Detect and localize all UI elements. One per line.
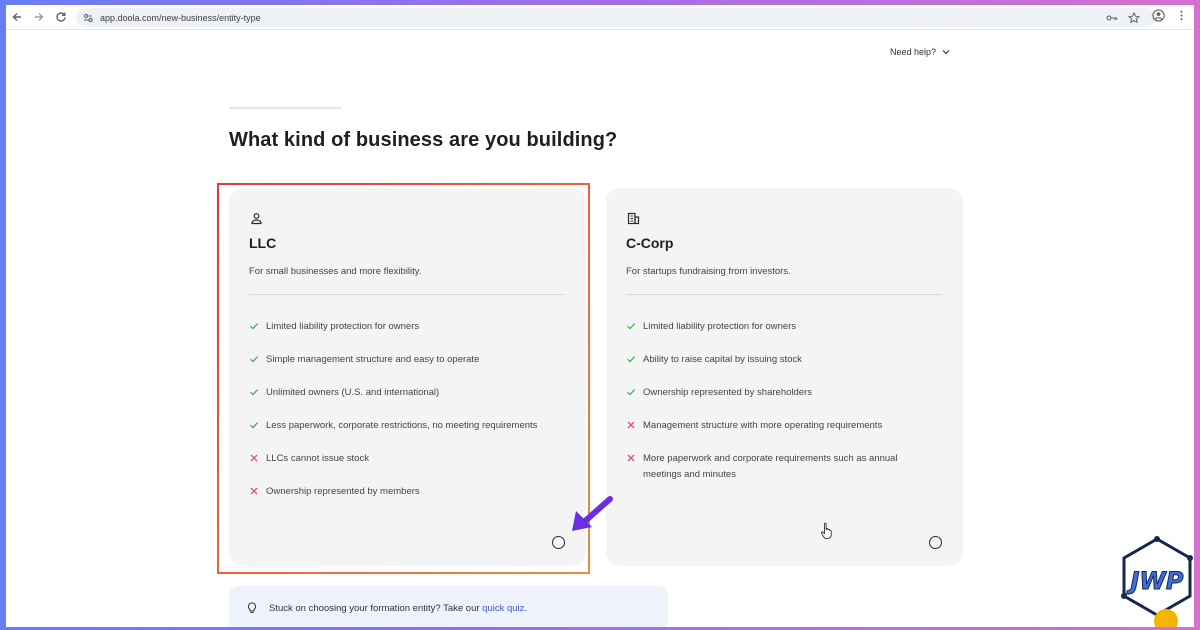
feature-text: Management structure with more operating…: [643, 420, 883, 431]
back-button[interactable]: [6, 6, 28, 28]
browser-toolbar: app.doola.com/new-business/entity-type: [6, 5, 1194, 30]
check-icon: [627, 356, 636, 363]
hand-cursor-icon: [821, 522, 832, 539]
forward-button[interactable]: [28, 6, 50, 28]
lightbulb-icon: [247, 602, 257, 613]
quiz-prompt: Stuck on choosing your formation entity?…: [269, 603, 483, 614]
feature-pro: Ability to raise capital by issuing stoc…: [626, 352, 926, 368]
feature-text: Limited liability protection for owners: [643, 321, 797, 332]
feature-pro: Limited liability protection for owners: [626, 319, 926, 335]
chevron-down-icon: [942, 50, 950, 55]
quiz-banner: Stuck on choosing your formation entity?…: [229, 586, 668, 627]
building-icon: [627, 212, 640, 225]
need-help-dropdown[interactable]: Need help?: [890, 47, 950, 57]
cross-icon: [627, 421, 635, 429]
feature-text: Ability to raise capital by issuing stoc…: [643, 354, 802, 365]
feature-con: Management structure with more operating…: [626, 418, 926, 434]
url-text: app.doola.com/new-business/entity-type: [100, 12, 261, 23]
card-subtitle: For startups fundraising from investors.: [626, 266, 791, 277]
profile-icon[interactable]: [1152, 9, 1165, 22]
feature-list: Limited liability protection for owners …: [626, 319, 926, 500]
jwp-logo: JWP: [1121, 536, 1193, 627]
arrow-left-icon: [12, 13, 21, 21]
quiz-suffix: .: [524, 603, 528, 614]
entity-card-ccorp[interactable]: C-Corp For startups fundraising from inv…: [606, 188, 963, 566]
reload-button[interactable]: [50, 6, 72, 28]
reload-icon: [56, 12, 66, 22]
site-settings-icon[interactable]: [82, 12, 94, 24]
card-title: C-Corp: [626, 235, 674, 251]
card-divider: [626, 294, 942, 295]
cross-icon: [627, 454, 635, 462]
password-key-icon[interactable]: [1106, 12, 1118, 24]
need-help-label: Need help?: [890, 47, 937, 57]
feature-text: More paperwork and corporate requirement…: [643, 453, 898, 480]
browser-window: app.doola.com/new-business/entity-type N…: [6, 5, 1194, 627]
page-title: What kind of business are you building?: [229, 129, 618, 151]
kebab-menu-icon[interactable]: [1175, 9, 1188, 22]
quiz-text: Stuck on choosing your formation entity?…: [269, 603, 527, 614]
progress-indicator: [229, 107, 341, 109]
check-icon: [627, 323, 636, 330]
annotation-arrow-icon: [572, 496, 613, 531]
feature-pro: Ownership represented by shareholders: [626, 385, 926, 401]
check-icon: [627, 389, 636, 396]
highlight-box: [217, 183, 590, 574]
feature-text: Ownership represented by shareholders: [643, 387, 812, 398]
radio-ccorp[interactable]: [929, 536, 942, 549]
quick-quiz-link[interactable]: quick quiz: [482, 603, 524, 614]
bookmark-star-icon[interactable]: [1128, 11, 1140, 24]
jwp-logo-text: JWP: [1127, 567, 1184, 595]
arrow-right-icon: [35, 13, 44, 21]
feature-con: More paperwork and corporate requirement…: [626, 451, 926, 483]
address-bar[interactable]: app.doola.com/new-business/entity-type: [76, 8, 1156, 27]
